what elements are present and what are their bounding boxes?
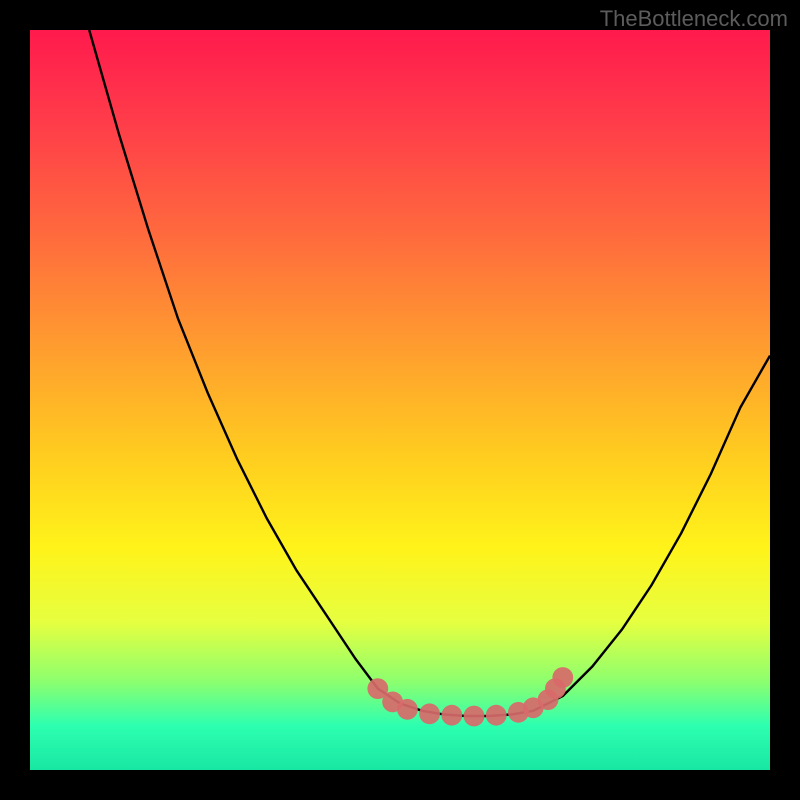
curve-line [89, 30, 770, 716]
watermark-text: TheBottleneck.com [600, 6, 788, 32]
marker-dot [552, 667, 573, 688]
marker-dot [464, 706, 485, 727]
marker-dot [486, 705, 507, 726]
chart-frame: TheBottleneck.com [0, 0, 800, 800]
bottleneck-curve [30, 30, 770, 770]
marker-dot [419, 703, 440, 724]
valley-markers [367, 667, 573, 726]
marker-dot [397, 699, 418, 720]
marker-dot [441, 705, 462, 726]
plot-area [30, 30, 770, 770]
